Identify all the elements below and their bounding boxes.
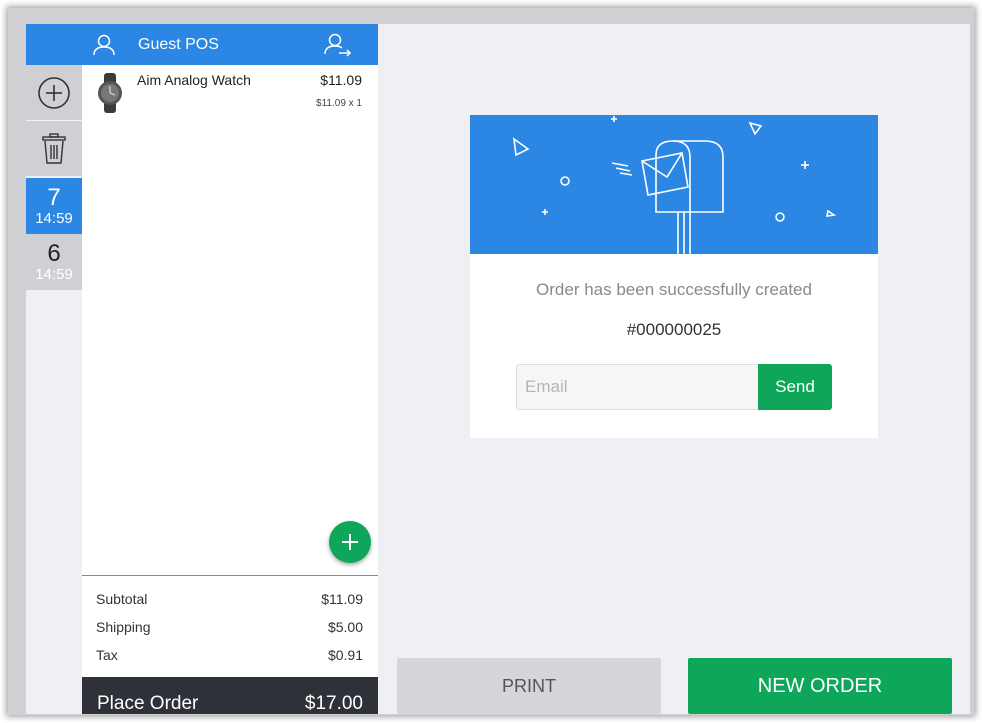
plus-icon [342, 534, 358, 550]
order-tab-strip: 7 14:59 6 14:59 [26, 24, 82, 714]
cart-totals: Subtotal $11.09 Shipping $5.00 Tax $0.91 [82, 575, 378, 677]
order-tab-number: 6 [47, 240, 61, 267]
success-banner [470, 115, 878, 254]
tax-value: $0.91 [327, 647, 363, 663]
order-tab-time: 14:59 [35, 210, 73, 227]
tab-strip-header [26, 24, 82, 65]
watch-icon [98, 73, 122, 113]
order-tab-number: 7 [47, 184, 61, 211]
cart-line-item[interactable]: Aim Analog Watch $11.09 $11.09 x 1 [82, 65, 378, 125]
switch-customer-icon[interactable] [323, 32, 353, 58]
order-number: #000000025 [626, 320, 722, 339]
add-product-button[interactable] [329, 521, 371, 563]
item-price: $11.09 [320, 72, 362, 88]
order-tab-6[interactable]: 6 14:59 [26, 234, 82, 290]
place-order-total: $17.00 [304, 693, 363, 714]
user-icon[interactable] [92, 33, 116, 57]
plus-circle-icon [38, 76, 70, 109]
subtotal-label: Subtotal [96, 591, 148, 607]
mailbox-icon [512, 116, 837, 254]
cart-panel: Guest POS Aim Analog Watch $11.09 $11.09… [82, 24, 378, 714]
trash-icon [42, 132, 66, 164]
place-order-button[interactable]: Place Order $17.00 [82, 677, 378, 714]
send-button[interactable]: Send [758, 364, 832, 410]
shipping-label: Shipping [96, 619, 151, 635]
tax-label: Tax [96, 647, 118, 663]
delete-cart-button[interactable] [26, 121, 82, 176]
new-order-button[interactable]: NEW ORDER [688, 658, 952, 714]
window-frame: 7 14:59 6 14:59 Guest POS Aim Analog Wat… [8, 8, 974, 715]
cart-header: Guest POS [82, 24, 378, 65]
new-cart-button[interactable] [26, 65, 82, 120]
subtotal-value: $11.09 [321, 591, 363, 607]
item-name: Aim Analog Watch [137, 72, 251, 88]
success-message: Order has been successfully created [536, 280, 812, 299]
email-field[interactable] [516, 364, 761, 410]
customer-name[interactable]: Guest POS [138, 36, 219, 54]
pos-screen: 7 14:59 6 14:59 Guest POS Aim Analog Wat… [26, 24, 970, 714]
order-tab-7[interactable]: 7 14:59 [26, 178, 82, 234]
print-button[interactable]: PRINT [397, 658, 661, 714]
shipping-value: $5.00 [327, 619, 363, 635]
item-qty-line: $11.09 x 1 [316, 98, 362, 109]
order-success-card: Order has been successfully created #000… [470, 115, 878, 438]
place-order-label: Place Order [97, 693, 199, 714]
order-tab-time: 14:59 [35, 266, 73, 283]
